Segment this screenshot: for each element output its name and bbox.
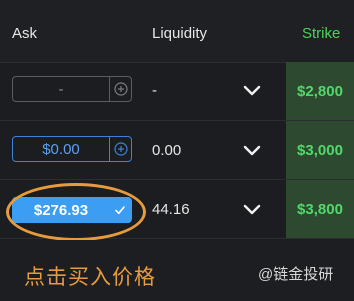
ask-price-value: $0.00 xyxy=(42,140,80,158)
add-icon[interactable] xyxy=(109,137,131,161)
chevron-down-icon[interactable] xyxy=(243,85,261,97)
ask-price-input[interactable]: - xyxy=(12,76,132,102)
highlight-ellipse xyxy=(6,183,146,241)
add-icon[interactable] xyxy=(109,77,131,101)
table-row: - - $2,800 xyxy=(0,62,354,121)
chevron-down-icon[interactable] xyxy=(243,145,261,157)
strike-price-cell[interactable]: $3,800 xyxy=(286,180,354,238)
column-header-liquidity: Liquidity xyxy=(152,25,208,42)
strike-price-cell[interactable]: $2,800 xyxy=(286,62,354,120)
ask-price-input[interactable]: $0.00 xyxy=(12,136,132,162)
annotation-footer: 点击买入价格 @链金投研 xyxy=(0,240,354,301)
column-header-ask: Ask xyxy=(12,25,38,42)
watermark: @链金投研 xyxy=(258,266,334,283)
table-row: $0.00 0.00 $3,000 xyxy=(0,121,354,180)
ask-price-value: - xyxy=(58,80,64,98)
strike-price: $2,800 xyxy=(297,82,343,100)
chevron-down-icon[interactable] xyxy=(243,204,261,216)
strike-price-cell[interactable]: $3,000 xyxy=(286,121,354,179)
strike-price: $3,800 xyxy=(297,200,343,218)
liquidity-value: 44.16 xyxy=(152,201,190,218)
table-header: Ask Liquidity Strike xyxy=(0,0,354,63)
strike-price: $3,000 xyxy=(297,141,343,159)
liquidity-value: - xyxy=(152,82,157,99)
column-header-strike: Strike xyxy=(302,25,341,42)
instruction-caption: 点击买入价格 xyxy=(24,266,156,289)
liquidity-value: 0.00 xyxy=(152,142,182,159)
